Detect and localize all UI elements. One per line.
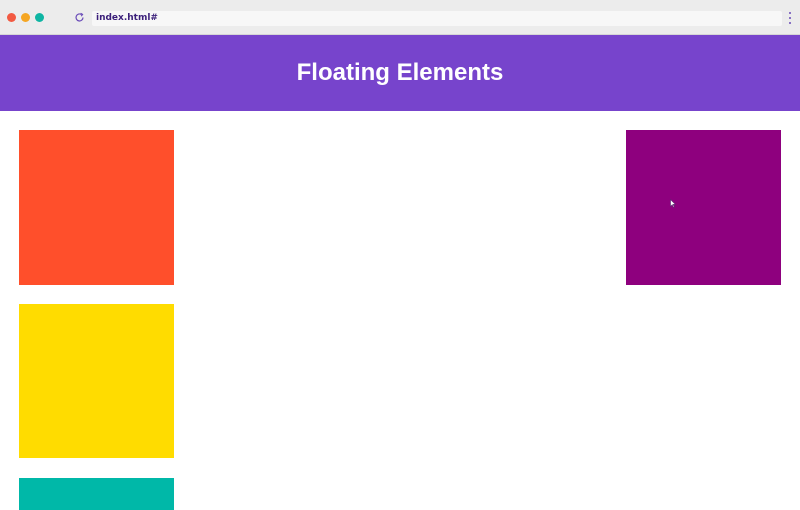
kebab-menu-icon[interactable] [788,12,792,24]
floating-box-teal [19,478,174,510]
floating-box-orange [19,130,174,285]
page-title: Floating Elements [296,59,504,86]
page-header: Floating Elements [0,35,800,111]
close-window-button[interactable] [7,13,16,22]
floating-box-purple [626,130,781,285]
reload-icon[interactable] [74,12,85,23]
minimize-window-button[interactable] [21,13,30,22]
maximize-window-button[interactable] [35,13,44,22]
browser-toolbar: index.html# [0,0,800,35]
floating-box-yellow [19,304,174,458]
mouse-cursor-icon [670,199,676,208]
address-bar[interactable]: index.html# [92,11,782,26]
address-bar-url: index.html# [96,13,158,23]
